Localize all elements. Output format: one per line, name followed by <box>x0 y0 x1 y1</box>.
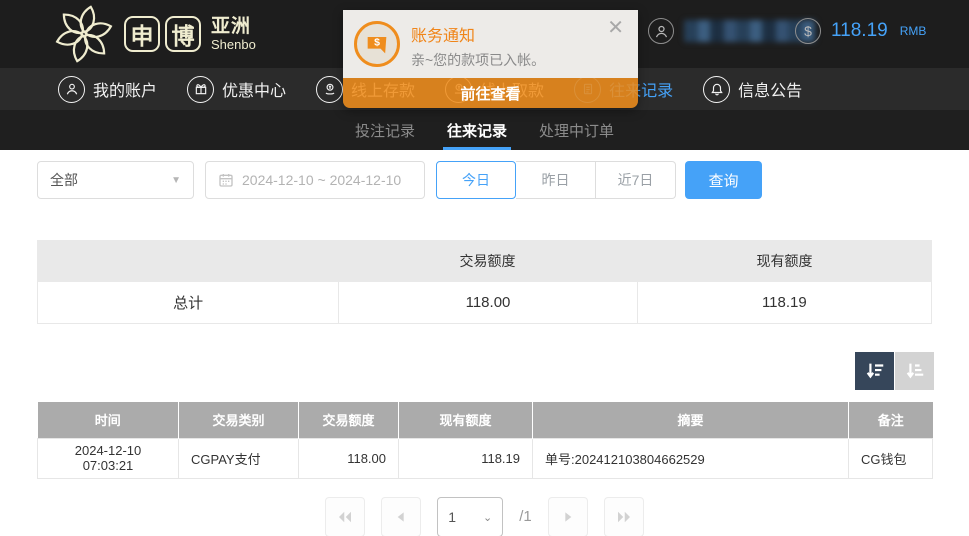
sort-descending-button[interactable] <box>855 352 894 390</box>
nav-item-my-account[interactable]: 我的账户 <box>58 76 157 103</box>
nav-label: 优惠中心 <box>222 77 286 101</box>
right-arrow-icon <box>560 509 576 525</box>
sort-ascending-button[interactable] <box>895 352 934 390</box>
balance-amount: 118.19 <box>831 20 888 42</box>
flower-logo-icon <box>52 2 116 66</box>
left-arrow-icon <box>393 509 409 525</box>
sort-controls <box>855 352 934 390</box>
type-filter-value: 全部 <box>50 170 78 190</box>
calendar-icon <box>218 172 234 188</box>
pagination: 1 ⌄ /1 <box>0 497 969 536</box>
brand-char-1: 申 <box>124 16 160 52</box>
page: 申 博 亚洲 Shenbo $ 118.19 RMB <box>0 0 969 536</box>
summary-header-blank <box>37 240 338 282</box>
balance-currency: RMB <box>900 24 927 38</box>
type-filter-select[interactable]: 全部 ▼ <box>37 161 194 199</box>
cell-remark: CG钱包 <box>849 438 933 478</box>
col-trade-amount: 交易额度 <box>299 402 399 438</box>
gift-icon <box>187 76 214 103</box>
brand-characters: 申 博 <box>124 16 201 52</box>
sort-ascending-icon <box>904 360 926 382</box>
today-button[interactable]: 今日 <box>436 161 516 199</box>
summary-header-trade-amount: 交易额度 <box>338 240 637 282</box>
page-total: /1 <box>519 497 532 536</box>
notification-popup: $ 账务通知 亲~您的款项已入帐。 ✕ 前往查看 <box>343 10 638 108</box>
sort-descending-icon <box>864 360 886 382</box>
brand-char-2: 博 <box>165 16 201 52</box>
svg-text:$: $ <box>374 37 380 49</box>
col-transaction-type: 交易类别 <box>179 402 299 438</box>
table-row: 2024-12-10 07:03:21 CGPAY支付 118.00 118.1… <box>38 438 933 478</box>
brand-logo[interactable]: 申 博 亚洲 Shenbo <box>52 2 256 66</box>
search-button[interactable]: 查询 <box>685 161 762 199</box>
summary-table: 交易额度 现有额度 总计 118.00 118.19 <box>37 240 932 324</box>
yesterday-button[interactable]: 昨日 <box>516 161 596 199</box>
page-select[interactable]: 1 ⌄ <box>437 497 503 536</box>
money-message-icon: $ <box>354 21 400 67</box>
quick-date-group: 今日 昨日 近7日 <box>436 161 676 199</box>
nav-item-promotions[interactable]: 优惠中心 <box>187 76 286 103</box>
notification-action-button[interactable]: 前往查看 <box>343 78 638 108</box>
close-icon[interactable]: ✕ <box>607 18 624 38</box>
date-range-value: 2024-12-10 ~ 2024-12-10 <box>242 172 401 188</box>
brand-region: 亚洲 <box>211 17 256 36</box>
summary-header-row: 交易额度 现有额度 <box>37 240 932 282</box>
cell-current-amount: 118.19 <box>399 438 533 478</box>
deposit-icon <box>316 76 343 103</box>
col-current-amount: 现有额度 <box>399 402 533 438</box>
records-table: 时间 交易类别 交易额度 现有额度 摘要 备注 2024-12-10 07:03… <box>37 402 933 479</box>
nav-item-announcements[interactable]: 信息公告 <box>703 76 802 103</box>
notification-body: $ 账务通知 亲~您的款项已入帐。 ✕ <box>343 10 638 78</box>
summary-total-row: 总计 118.00 118.19 <box>37 282 932 324</box>
page-select-value: 1 <box>448 509 456 525</box>
cell-time: 2024-12-10 07:03:21 <box>38 438 179 478</box>
date-range-input[interactable]: 2024-12-10 ~ 2024-12-10 <box>205 161 425 199</box>
balance-area: $ 118.19 RMB <box>795 18 926 44</box>
brand-latin: Shenbo <box>211 38 256 51</box>
user-account-area[interactable] <box>648 18 816 44</box>
user-icon <box>58 76 85 103</box>
nav-label: 信息公告 <box>738 77 802 101</box>
cell-summary: 单号:202412103804662529 <box>533 438 849 478</box>
nav-label: 我的账户 <box>93 77 157 101</box>
last-7-days-button[interactable]: 近7日 <box>596 161 676 199</box>
user-avatar-icon <box>648 18 674 44</box>
next-page-button[interactable] <box>548 497 588 536</box>
records-header-row: 时间 交易类别 交易额度 现有额度 摘要 备注 <box>38 402 933 438</box>
bell-icon <box>703 76 730 103</box>
summary-trade-amount: 118.00 <box>338 282 636 323</box>
double-right-arrow-icon <box>615 508 633 526</box>
col-summary: 摘要 <box>533 402 849 438</box>
summary-total-label: 总计 <box>38 282 338 323</box>
previous-page-button[interactable] <box>381 497 421 536</box>
notification-message: 亲~您的款项已入帐。 <box>411 50 545 70</box>
record-tabs: 投注记录 往来记录 处理中订单 <box>0 110 969 150</box>
first-page-button[interactable] <box>325 497 365 536</box>
cell-trade-amount: 118.00 <box>299 438 399 478</box>
col-remark: 备注 <box>849 402 933 438</box>
tab-pending-orders[interactable]: 处理中订单 <box>539 110 614 150</box>
double-left-arrow-icon <box>336 508 354 526</box>
notification-title: 账务通知 <box>411 22 475 46</box>
tab-transaction-records[interactable]: 往来记录 <box>447 110 507 150</box>
summary-current-amount: 118.19 <box>637 282 931 323</box>
dollar-circle-icon: $ <box>795 18 821 44</box>
tab-bet-records[interactable]: 投注记录 <box>355 110 415 150</box>
summary-header-current-amount: 现有额度 <box>637 240 932 282</box>
chevron-down-icon: ⌄ <box>483 511 492 524</box>
cell-transaction-type: CGPAY支付 <box>179 438 299 478</box>
col-time: 时间 <box>38 402 179 438</box>
caret-down-icon: ▼ <box>171 175 181 186</box>
last-page-button[interactable] <box>604 497 644 536</box>
